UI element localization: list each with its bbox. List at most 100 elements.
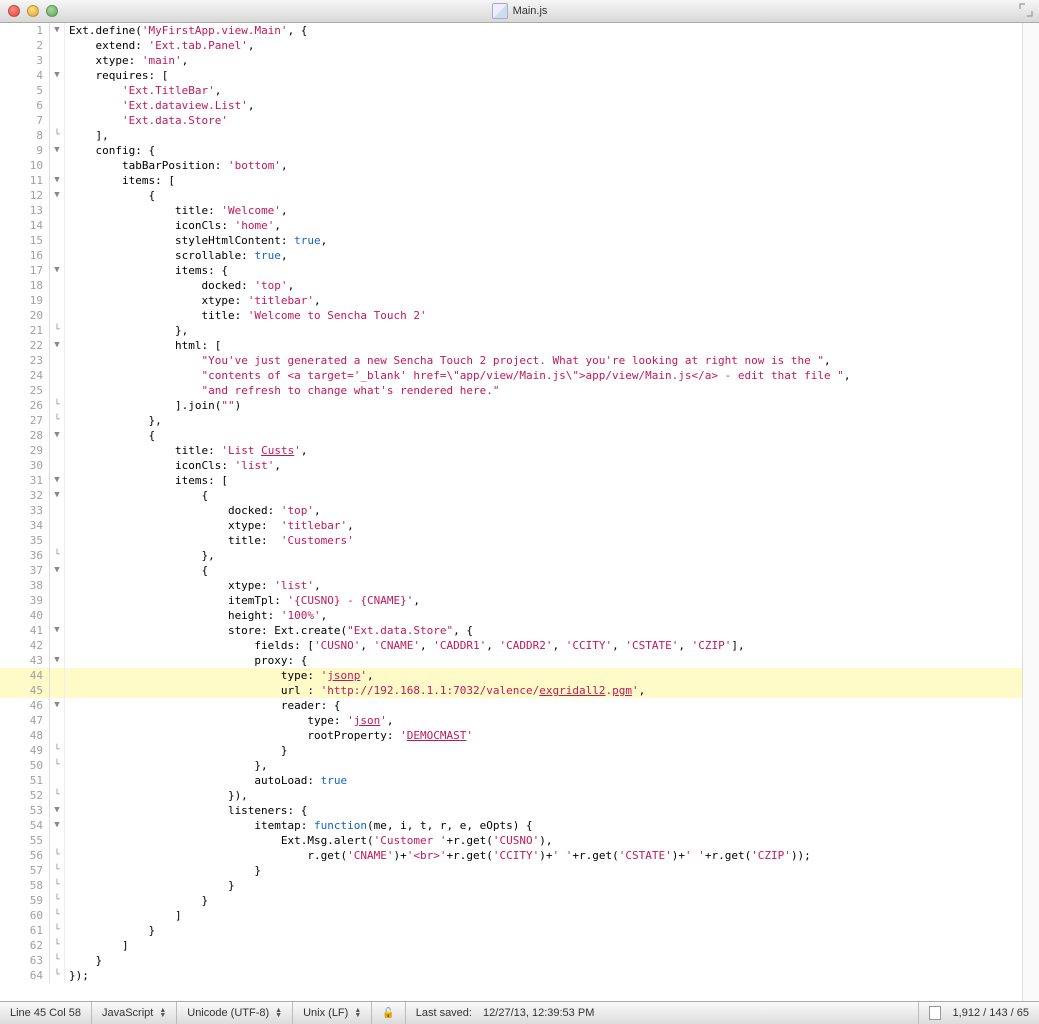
code-line[interactable]: 2 extend: 'Ext.tab.Panel', — [0, 38, 1022, 53]
fold-marker[interactable]: ▼ — [50, 473, 65, 488]
close-icon[interactable] — [8, 5, 20, 17]
code-line[interactable]: 21└ }, — [0, 323, 1022, 338]
code-line[interactable]: 46▼ reader: { — [0, 698, 1022, 713]
code-line[interactable]: 28▼ { — [0, 428, 1022, 443]
code-line[interactable]: 60└ ] — [0, 908, 1022, 923]
zoom-icon[interactable] — [46, 5, 58, 17]
line-number: 56 — [0, 848, 50, 863]
code-line[interactable]: 53▼ listeners: { — [0, 803, 1022, 818]
fold-marker[interactable]: ▼ — [50, 68, 65, 83]
code-line[interactable]: 18 docked: 'top', — [0, 278, 1022, 293]
code-line[interactable]: 19 xtype: 'titlebar', — [0, 293, 1022, 308]
code-line[interactable]: 24 "contents of <a target='_blank' href=… — [0, 368, 1022, 383]
code-line[interactable]: 55 Ext.Msg.alert('Customer '+r.get('CUSN… — [0, 833, 1022, 848]
code-line[interactable]: 27└ }, — [0, 413, 1022, 428]
code-line[interactable]: 41▼ store: Ext.create("Ext.data.Store", … — [0, 623, 1022, 638]
fold-marker[interactable]: ▼ — [50, 563, 65, 578]
code-line[interactable]: 63└ } — [0, 953, 1022, 968]
code-line[interactable]: 57└ } — [0, 863, 1022, 878]
fold-marker[interactable]: ▼ — [50, 263, 65, 278]
line-endings-selector[interactable]: Unix (LF) ▲▼ — [293, 1002, 372, 1024]
code-text: } — [65, 863, 1022, 878]
code-line[interactable]: 38 xtype: 'list', — [0, 578, 1022, 593]
fold-marker[interactable]: ▼ — [50, 23, 65, 38]
code-line[interactable]: 50└ }, — [0, 758, 1022, 773]
code-line[interactable]: 13 title: 'Welcome', — [0, 203, 1022, 218]
fold-marker[interactable]: ▼ — [50, 653, 65, 668]
fold-marker[interactable]: ▼ — [50, 338, 65, 353]
fold-marker — [50, 503, 65, 518]
code-line[interactable]: 35 title: 'Customers' — [0, 533, 1022, 548]
code-line[interactable]: 40 height: '100%', — [0, 608, 1022, 623]
code-line[interactable]: 36└ }, — [0, 548, 1022, 563]
code-line[interactable]: 16 scrollable: true, — [0, 248, 1022, 263]
language-selector[interactable]: JavaScript ▲▼ — [92, 1002, 177, 1024]
code-line[interactable]: 58└ } — [0, 878, 1022, 893]
code-line[interactable]: 29 title: 'List Custs', — [0, 443, 1022, 458]
fold-marker[interactable]: ▼ — [50, 623, 65, 638]
code-line[interactable]: 20 title: 'Welcome to Sencha Touch 2' — [0, 308, 1022, 323]
code-line[interactable]: 6 'Ext.dataview.List', — [0, 98, 1022, 113]
code-text: { — [65, 428, 1022, 443]
fold-marker[interactable]: ▼ — [50, 173, 65, 188]
code-line[interactable]: 23 "You've just generated a new Sencha T… — [0, 353, 1022, 368]
code-line[interactable]: 47 type: 'json', — [0, 713, 1022, 728]
code-line[interactable]: 15 styleHtmlContent: true, — [0, 233, 1022, 248]
line-number: 16 — [0, 248, 50, 263]
code-line[interactable]: 14 iconCls: 'home', — [0, 218, 1022, 233]
code-line[interactable]: 48 rootProperty: 'DEMOCMAST' — [0, 728, 1022, 743]
code-line[interactable]: 7 'Ext.data.Store' — [0, 113, 1022, 128]
code-line[interactable]: 42 fields: ['CUSNO', 'CNAME', 'CADDR1', … — [0, 638, 1022, 653]
code-line[interactable]: 26└ ].join("") — [0, 398, 1022, 413]
code-line[interactable]: 61└ } — [0, 923, 1022, 938]
code-line[interactable]: 33 docked: 'top', — [0, 503, 1022, 518]
line-number: 59 — [0, 893, 50, 908]
code-line[interactable]: 64└}); — [0, 968, 1022, 983]
code-line[interactable]: 37▼ { — [0, 563, 1022, 578]
source-code[interactable]: 1▼Ext.define('MyFirstApp.view.Main', {2 … — [0, 23, 1022, 1001]
code-line[interactable]: 31▼ items: [ — [0, 473, 1022, 488]
code-line[interactable]: 62└ ] — [0, 938, 1022, 953]
fold-marker[interactable]: ▼ — [50, 818, 65, 833]
code-text: } — [65, 953, 1022, 968]
code-text: "and refresh to change what's rendered h… — [65, 383, 1022, 398]
vertical-scrollbar[interactable] — [1022, 23, 1039, 1001]
code-line[interactable]: 52└ }), — [0, 788, 1022, 803]
code-line[interactable]: 44 type: 'jsonp', — [0, 668, 1022, 683]
code-line[interactable]: 45 url : 'http://192.168.1.1:7032/valenc… — [0, 683, 1022, 698]
code-line[interactable]: 51 autoLoad: true — [0, 773, 1022, 788]
code-line[interactable]: 11▼ items: [ — [0, 173, 1022, 188]
lock-indicator[interactable]: 🔓 — [372, 1002, 405, 1024]
code-line[interactable]: 30 iconCls: 'list', — [0, 458, 1022, 473]
fold-marker[interactable]: ▼ — [50, 428, 65, 443]
fold-marker[interactable]: ▼ — [50, 698, 65, 713]
code-line[interactable]: 43▼ proxy: { — [0, 653, 1022, 668]
code-line[interactable]: 9▼ config: { — [0, 143, 1022, 158]
code-line[interactable]: 17▼ items: { — [0, 263, 1022, 278]
line-number: 3 — [0, 53, 50, 68]
code-line[interactable]: 56└ r.get('CNAME')+'<br>'+r.get('CCITY')… — [0, 848, 1022, 863]
code-text: Ext.define('MyFirstApp.view.Main', { — [65, 23, 1022, 38]
code-line[interactable]: 8└ ], — [0, 128, 1022, 143]
code-line[interactable]: 54▼ itemtap: function(me, i, t, r, e, eO… — [0, 818, 1022, 833]
code-line[interactable]: 25 "and refresh to change what's rendere… — [0, 383, 1022, 398]
fullscreen-icon[interactable] — [1019, 3, 1033, 20]
code-line[interactable]: 10 tabBarPosition: 'bottom', — [0, 158, 1022, 173]
code-line[interactable]: 59└ } — [0, 893, 1022, 908]
code-line[interactable]: 22▼ html: [ — [0, 338, 1022, 353]
code-line[interactable]: 34 xtype: 'titlebar', — [0, 518, 1022, 533]
fold-marker[interactable]: ▼ — [50, 803, 65, 818]
code-line[interactable]: 1▼Ext.define('MyFirstApp.view.Main', { — [0, 23, 1022, 38]
fold-marker[interactable]: ▼ — [50, 488, 65, 503]
fold-marker[interactable]: ▼ — [50, 143, 65, 158]
code-line[interactable]: 3 xtype: 'main', — [0, 53, 1022, 68]
code-line[interactable]: 49└ } — [0, 743, 1022, 758]
encoding-selector[interactable]: Unicode (UTF-8) ▲▼ — [177, 1002, 293, 1024]
minimize-icon[interactable] — [27, 5, 39, 17]
code-line[interactable]: 32▼ { — [0, 488, 1022, 503]
fold-marker[interactable]: ▼ — [50, 188, 65, 203]
code-line[interactable]: 4▼ requires: [ — [0, 68, 1022, 83]
code-line[interactable]: 39 itemTpl: '{CUSNO} - {CNAME}', — [0, 593, 1022, 608]
code-line[interactable]: 12▼ { — [0, 188, 1022, 203]
code-line[interactable]: 5 'Ext.TitleBar', — [0, 83, 1022, 98]
